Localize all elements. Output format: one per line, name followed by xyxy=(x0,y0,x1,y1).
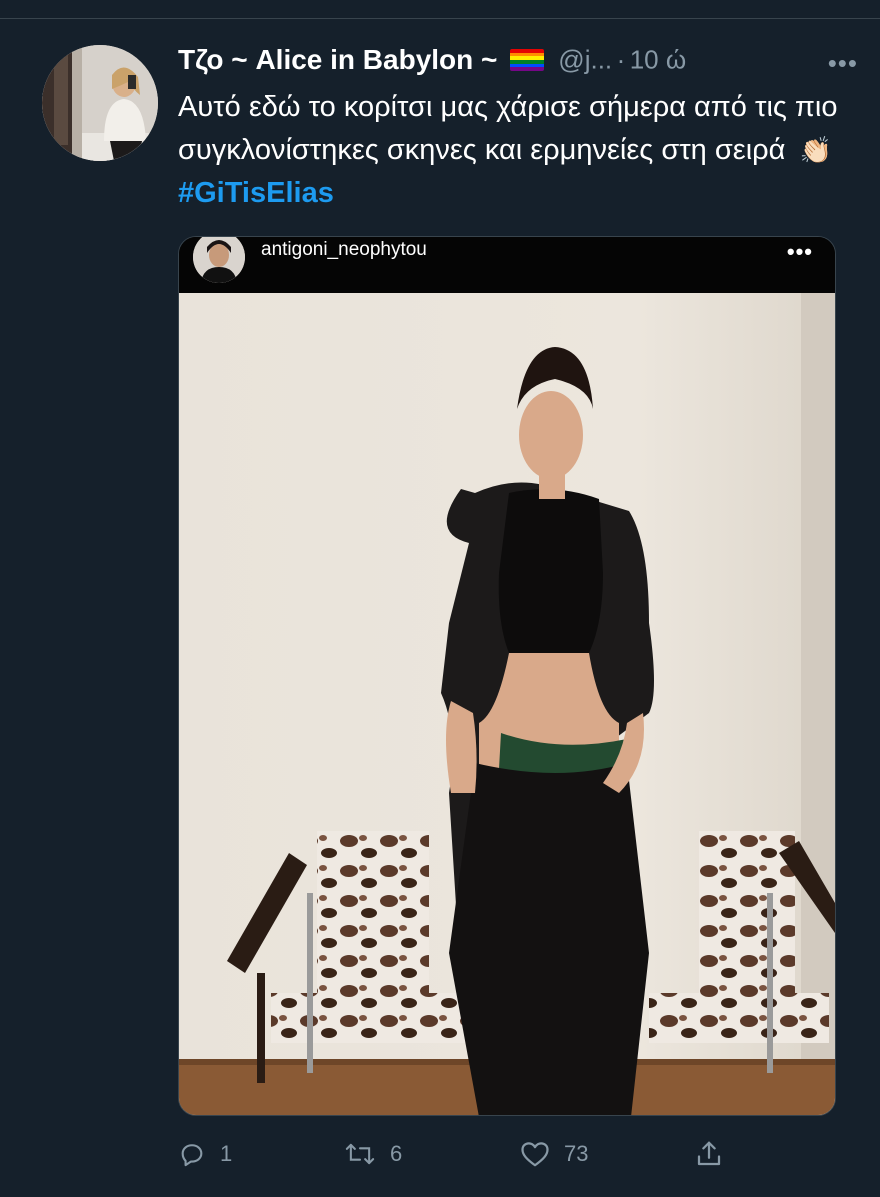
like-button[interactable]: 73 xyxy=(520,1134,588,1174)
separator-dot: · xyxy=(616,44,626,75)
share-button[interactable] xyxy=(694,1134,724,1174)
tweet-body: Αυτό εδώ το κορίτσι μας χάρισε σήμερα απ… xyxy=(178,91,838,166)
retweet-button[interactable]: 6 xyxy=(344,1134,402,1174)
like-count: 73 xyxy=(564,1141,589,1166)
tweet-header: Τζο ~ Alice in Babylon ~ @j... · 10 ώ ••… xyxy=(178,44,858,80)
tweet-actions: 1 6 73 xyxy=(178,1134,738,1174)
more-icon[interactable]: ••• xyxy=(828,48,858,79)
timestamp[interactable]: 10 ώ xyxy=(630,45,686,75)
instagram-header: antigoni_neophytou ••• xyxy=(179,237,835,293)
avatar-image xyxy=(42,45,158,161)
photo xyxy=(179,293,835,1115)
tweet-media[interactable]: antigoni_neophytou ••• xyxy=(178,236,836,1116)
rainbow-flag-icon xyxy=(509,49,544,71)
heart-icon xyxy=(521,1142,549,1167)
top-divider xyxy=(0,18,880,19)
instagram-username[interactable]: antigoni_neophytou xyxy=(261,239,427,261)
retweet-icon xyxy=(345,1143,375,1165)
reply-button[interactable]: 1 xyxy=(178,1134,232,1174)
reply-count: 1 xyxy=(220,1141,233,1166)
retweet-count: 6 xyxy=(390,1141,403,1166)
instagram-avatar xyxy=(193,237,245,283)
hashtag-link[interactable]: #GiTisElias xyxy=(178,177,334,209)
share-icon xyxy=(697,1141,721,1166)
instagram-more-icon[interactable]: ••• xyxy=(787,239,813,265)
clap-emoji: 👏🏻 xyxy=(799,135,832,165)
reply-icon xyxy=(181,1144,203,1167)
avatar[interactable] xyxy=(42,45,158,161)
tweet-text: Αυτό εδώ το κορίτσι μας χάρισε σήμερα απ… xyxy=(178,86,858,215)
handle[interactable]: @j... xyxy=(558,45,612,75)
display-name[interactable]: Τζο ~ Alice in Babylon ~ xyxy=(178,44,497,75)
